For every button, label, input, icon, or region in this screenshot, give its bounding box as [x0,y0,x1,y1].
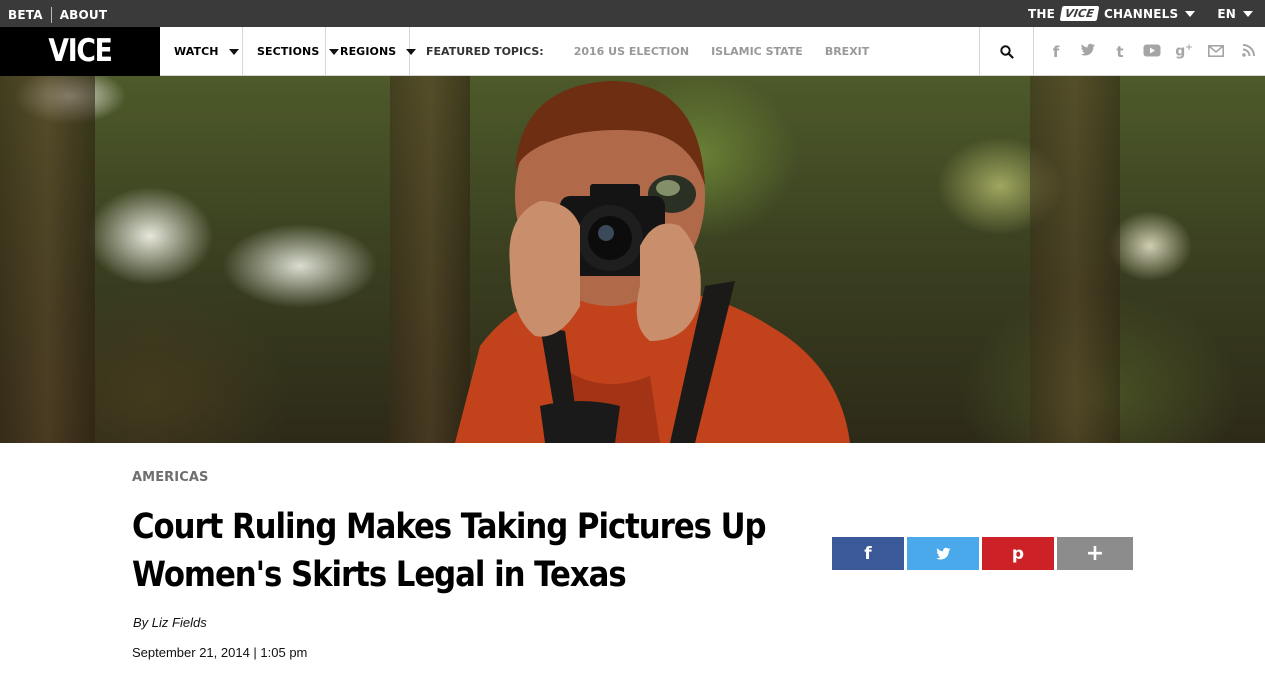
google-plus-icon[interactable]: g+ [1168,43,1200,60]
share-twitter-button[interactable] [907,537,979,570]
utility-bar: BETA ABOUT THE VICE CHANNELS EN [0,0,1265,27]
divider [50,7,52,23]
article-date: September 21, 2014 | 1:05 pm [132,645,308,660]
photographer-illustration [455,81,850,443]
hero-image [0,76,1265,443]
language-selector[interactable]: EN [1217,7,1236,21]
topic-link[interactable]: 2016 US ELECTION [574,45,689,58]
nav-watch[interactable]: WATCH [160,27,243,76]
nav-sections-label: SECTIONS [257,45,320,58]
search-icon [999,44,1014,59]
nav-watch-label: WATCH [174,45,219,58]
title-line: Women's Skirts Legal in Texas [132,555,627,595]
chevron-down-icon [228,48,239,55]
facebook-icon: f [864,543,872,564]
article-category[interactable]: AMERICAS [132,470,209,485]
vice-news-logo[interactable]: VICE NEWS [0,27,160,118]
twitter-icon[interactable] [1072,43,1104,61]
share-pinterest-button[interactable]: p [982,537,1054,570]
nav-sections[interactable]: SECTIONS [243,27,340,76]
tumblr-icon[interactable]: t [1104,43,1136,61]
vice-channels-menu: THE VICE CHANNELS EN [1028,6,1253,21]
topic-link[interactable]: ISLAMIC STATE [711,45,803,58]
pinterest-icon: p [1011,543,1025,564]
about-link[interactable]: ABOUT [60,8,108,22]
plus-icon: + [1085,541,1105,566]
share-more-button[interactable]: + [1057,537,1133,570]
social-links: f t g+ [1040,27,1264,76]
nav-regions[interactable]: REGIONS [326,27,417,76]
email-icon[interactable] [1200,43,1232,61]
featured-topics-label: FEATURED TOPICS: [426,45,544,58]
twitter-icon [935,547,950,559]
article-title: Court Ruling Makes Taking Pictures Up Wo… [132,503,767,599]
channels-dropdown[interactable]: CHANNELS [1104,7,1178,21]
search-button[interactable] [979,27,1034,76]
topic-link[interactable]: BREXIT [825,45,869,58]
main-navigation: VICE NEWS WATCH SECTIONS REGIONS FEATURE… [0,27,1265,118]
title-line: Court Ruling Makes Taking Pictures Up [132,507,767,547]
beta-label: BETA [8,8,43,22]
chevron-down-icon[interactable] [1243,10,1253,17]
vice-logo[interactable]: VICE [1059,6,1100,21]
article-byline[interactable]: By Liz Fields [133,615,207,630]
facebook-icon[interactable]: f [1040,43,1072,61]
chevron-down-icon [406,48,417,55]
utility-links: BETA ABOUT [8,7,107,23]
nav-regions-label: REGIONS [340,45,397,58]
the-label: THE [1028,6,1056,21]
chevron-down-icon[interactable] [1185,10,1196,17]
featured-topics: FEATURED TOPICS: 2016 US ELECTION ISLAMI… [426,27,891,76]
youtube-icon[interactable] [1136,43,1168,61]
share-facebook-button[interactable]: f [832,537,904,570]
rss-icon[interactable] [1232,43,1264,61]
